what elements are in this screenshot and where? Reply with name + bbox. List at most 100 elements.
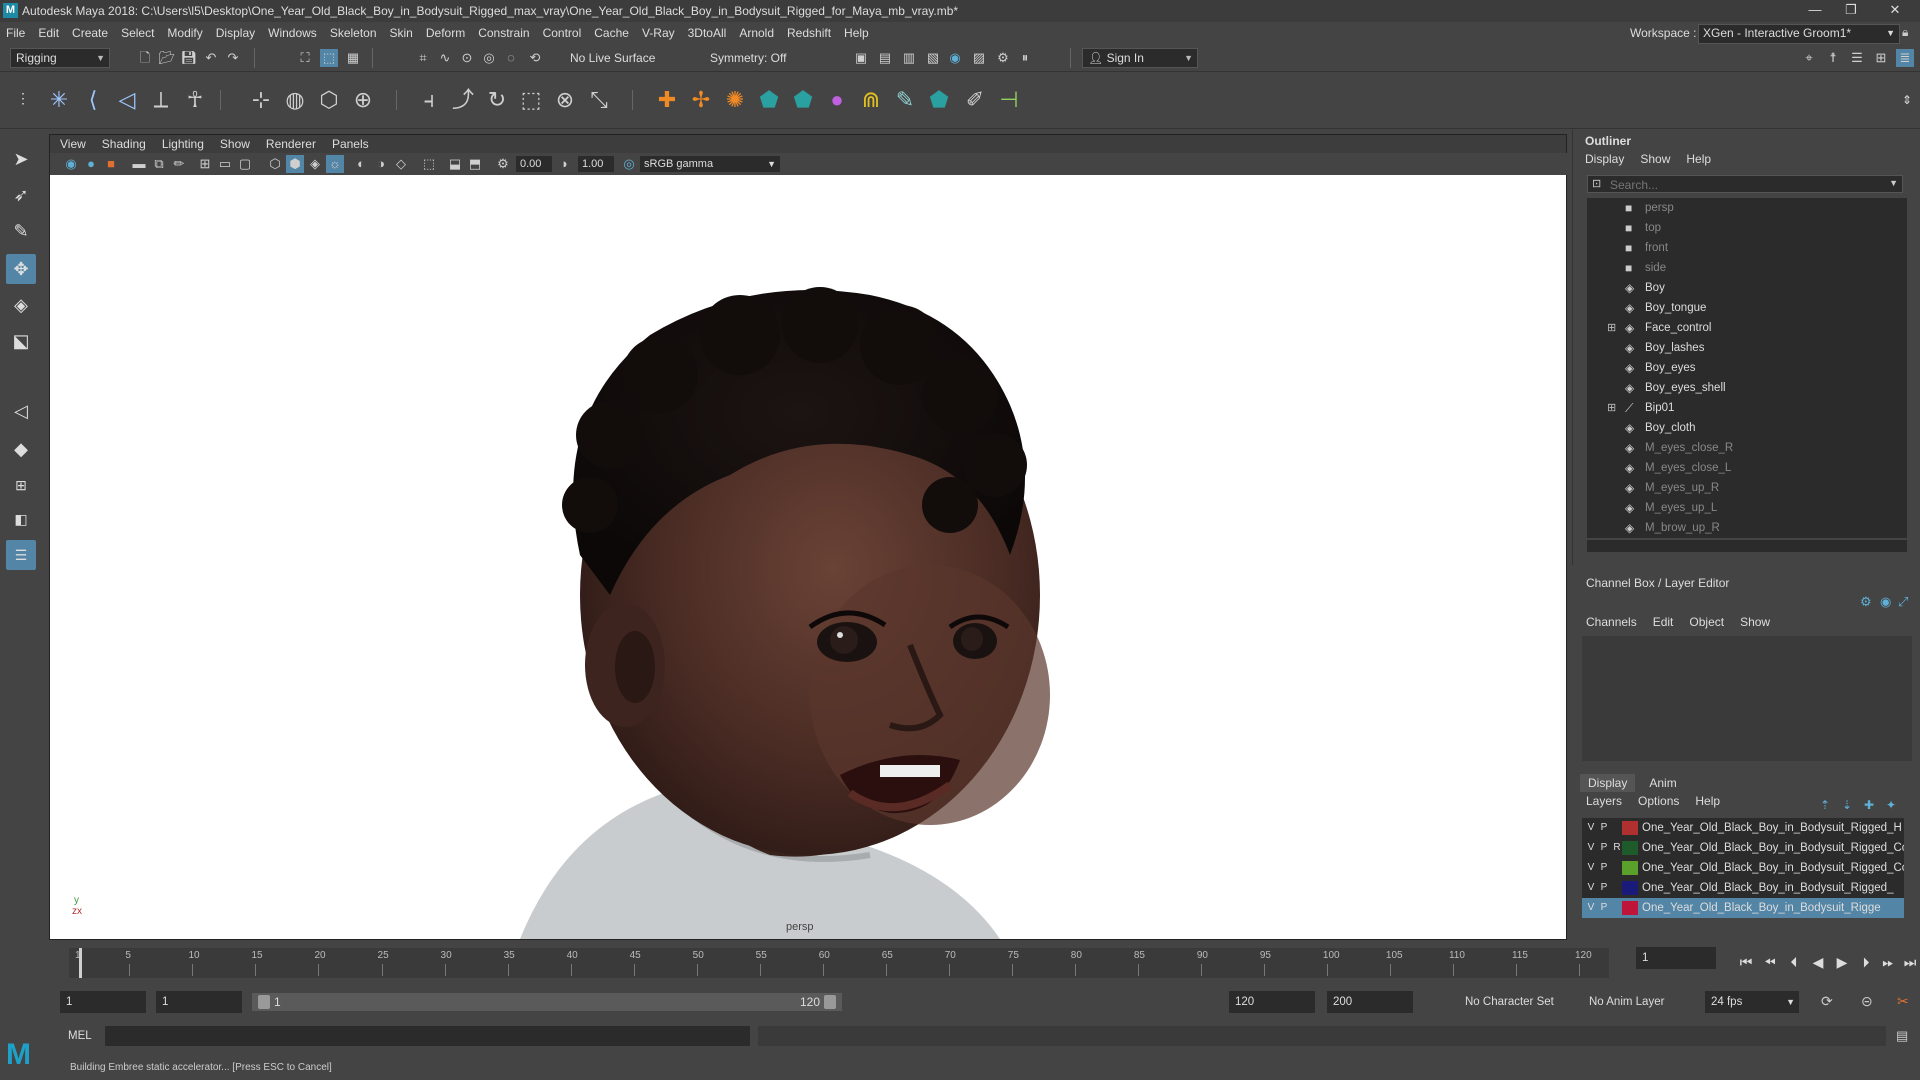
layer-visibility-toggle[interactable]: V (1586, 898, 1596, 918)
menu-cache[interactable]: Cache (594, 26, 629, 40)
constraint-parent-icon[interactable]: ⫞ (414, 85, 444, 115)
step-forward-key-icon[interactable]: ⏩︎ (1878, 954, 1898, 971)
constraint-pole-icon[interactable]: ⤡ (584, 85, 614, 115)
go-to-start-icon[interactable]: ⏮︎ (1736, 954, 1756, 971)
outliner-item[interactable]: ■ front (1587, 238, 1907, 258)
constraint-scale-icon[interactable]: ⬚ (516, 85, 546, 115)
channel-menu-object[interactable]: Object (1689, 615, 1724, 629)
paint-weights-icon[interactable]: ◍ (280, 85, 310, 115)
outliner-search-input[interactable] (1588, 176, 1892, 194)
step-back-frame-icon[interactable]: ⏴︎ (1784, 954, 1804, 971)
outliner-item[interactable]: ■ persp (1587, 198, 1907, 218)
scene-view[interactable]: persp y zx (50, 175, 1566, 939)
viewport-menu-view[interactable]: View (60, 137, 86, 151)
shadows-icon[interactable]: ◐ (352, 155, 370, 173)
play-backward-icon[interactable]: ◀ (1808, 954, 1828, 971)
minimize-icon[interactable]: — (1800, 2, 1830, 20)
outliner-item[interactable]: ◈ M_eyes_close_R (1587, 438, 1907, 458)
menu-edit[interactable]: Edit (38, 26, 59, 40)
align-tool-icon[interactable]: ⊣ (994, 85, 1024, 115)
layer-row[interactable]: V P One_Year_Old_Black_Boy_in_Bodysuit_Rig… (1582, 898, 1904, 918)
command-input[interactable] (105, 1026, 750, 1046)
outliner-menu-display[interactable]: Display (1585, 152, 1624, 166)
channel-box-toggle-icon[interactable]: ≣ (1896, 49, 1914, 67)
layer-reference-toggle[interactable]: R (1612, 838, 1622, 858)
outliner-item[interactable]: ■ top (1587, 218, 1907, 238)
save-scene-icon[interactable]: 💾︎ (180, 49, 198, 67)
move-tool-icon[interactable]: ✥ (6, 254, 36, 284)
channel-menu-edit[interactable]: Edit (1653, 615, 1674, 629)
menu-3dtoall[interactable]: 3DtoAll (688, 26, 727, 40)
quick-rig-icon[interactable]: ⟂ (146, 85, 176, 115)
menu-skin[interactable]: Skin (390, 26, 413, 40)
playback-start-field[interactable]: 1 (156, 991, 242, 1013)
bookmarks-icon[interactable]: ■ (102, 155, 120, 173)
menu-deform[interactable]: Deform (426, 26, 465, 40)
outliner-item[interactable]: ■ side (1587, 258, 1907, 278)
animation-start-field[interactable]: 1 (60, 991, 146, 1013)
human-ik-icon[interactable]: ☥ (180, 85, 210, 115)
animation-end-field[interactable]: 200 (1327, 991, 1413, 1013)
render-view-icon[interactable]: ▤ (876, 49, 894, 67)
image-plane-icon[interactable]: ▬ (130, 155, 148, 173)
viewport-menu-shading[interactable]: Shading (102, 137, 146, 151)
snap-curve-icon[interactable]: ∿ (436, 49, 454, 67)
layer-playback-toggle[interactable]: P (1599, 898, 1609, 918)
snap-view-icon[interactable]: ◎ (480, 49, 498, 67)
menu-windows[interactable]: Windows (268, 26, 317, 40)
outliner-menu-show[interactable]: Show (1640, 152, 1670, 166)
viewport-menu-show[interactable]: Show (220, 137, 250, 151)
grid-icon[interactable]: ⊞ (196, 155, 214, 173)
layer-row[interactable]: V P One_Year_Old_Black_Boy_in_Bodysuit_Rig… (1582, 858, 1904, 878)
undo-icon[interactable]: ↶ (202, 49, 220, 67)
constraint-orient-icon[interactable]: ↻ (482, 85, 512, 115)
layer-row[interactable]: V P One_Year_Old_Black_Boy_in_Bodysuit_Rig… (1582, 878, 1904, 898)
modeling-toolkit-icon[interactable]: ⌖ (1800, 49, 1818, 67)
layer-playback-toggle[interactable]: P (1599, 858, 1609, 878)
outliner-menu-help[interactable]: Help (1686, 152, 1711, 166)
select-hierarchy-icon[interactable]: ⛶ (296, 49, 314, 67)
ipr-render-icon[interactable]: ▧ (924, 49, 942, 67)
four-view-icon[interactable]: ⊞ (6, 470, 36, 500)
menu-control[interactable]: Control (543, 26, 582, 40)
layer-visibility-toggle[interactable]: V (1586, 818, 1596, 838)
layer-color-swatch[interactable] (1622, 861, 1638, 875)
gamma-icon[interactable]: ◗ (556, 155, 574, 173)
layer-menu-options[interactable]: Options (1638, 794, 1679, 808)
menu-create[interactable]: Create (72, 26, 108, 40)
view-transform-select[interactable]: sRGB gamma ▼ (640, 156, 780, 172)
locator-icon[interactable]: ✚ (652, 85, 682, 115)
menu-constrain[interactable]: Constrain (478, 26, 529, 40)
outliner-item[interactable]: ◈ Boy_eyes_shell (1587, 378, 1907, 398)
expand-icon[interactable]: ⊞ (1607, 318, 1616, 338)
select-tool-icon[interactable]: ➤ (6, 144, 36, 174)
attribute-editor-icon[interactable]: ⚙ (994, 49, 1012, 67)
character-controls-icon[interactable]: ☨ (1824, 49, 1842, 67)
persp-outliner-icon[interactable]: ◧ (6, 504, 36, 534)
xgen-guide-icon[interactable]: ⋒ (856, 85, 886, 115)
ik-handle-icon[interactable]: ⟨ (78, 85, 108, 115)
sign-in-button[interactable]: 👤︎ Sign In ▼ (1082, 48, 1198, 68)
color-management-icon[interactable]: ◎ (620, 155, 638, 173)
mel-label[interactable]: MEL (68, 1030, 92, 1042)
xray-icon[interactable]: ⬓ (446, 155, 464, 173)
render-region-icon[interactable]: ▨ (970, 49, 988, 67)
mash-repro-icon[interactable]: ⬟ (924, 85, 954, 115)
outliner-item[interactable]: ◈ Boy_lashes (1587, 338, 1907, 358)
range-bar[interactable]: 1 120 (252, 993, 842, 1011)
attribute-editor-toggle-icon[interactable]: ☰ (1848, 49, 1866, 67)
range-end-handle[interactable] (824, 995, 836, 1009)
persp-graph-icon[interactable]: ☰ (6, 540, 36, 570)
sphere-primitive-icon[interactable]: ● (822, 85, 852, 115)
snap-surface-icon[interactable]: ◌ (502, 49, 520, 67)
ambient-occlusion-icon[interactable]: ◑ (372, 155, 390, 173)
shelf-handle-icon[interactable]: ⋮ (8, 83, 38, 113)
select-camera-icon[interactable]: ◉ (62, 155, 80, 173)
layer-row[interactable]: V P R One_Year_Old_Black_Boy_in_Bodysuit_Ri… (1582, 838, 1904, 858)
workspace-select[interactable]: XGen - Interactive Groom1* ▼ (1698, 24, 1900, 44)
joint-tool-icon[interactable]: ✳ (44, 85, 74, 115)
outliner-item[interactable]: ◈ Boy_tongue (1587, 298, 1907, 318)
select-component-icon[interactable]: ▦ (344, 49, 362, 67)
outliner-item[interactable]: ◈ Boy (1587, 278, 1907, 298)
gamma-field[interactable] (578, 156, 614, 172)
